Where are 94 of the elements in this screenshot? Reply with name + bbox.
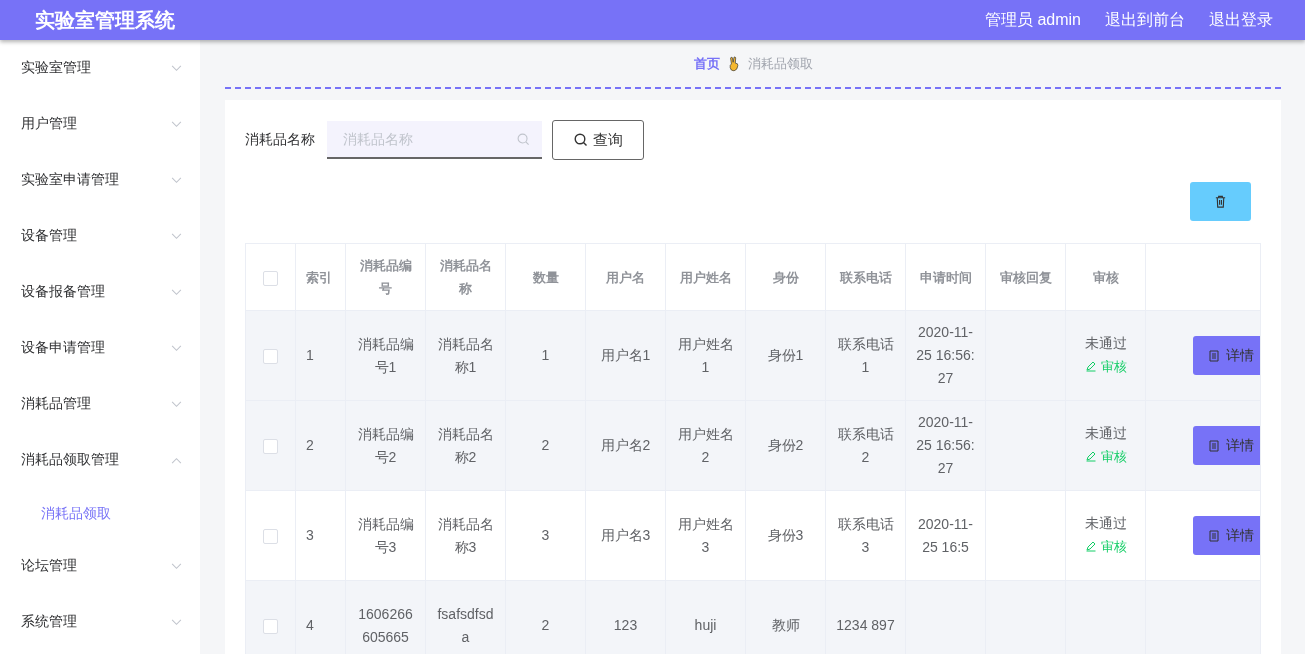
chevron-icon	[171, 176, 182, 184]
status-text: 未通过	[1083, 423, 1128, 443]
menu-item[interactable]: 实验室管理	[0, 40, 200, 96]
table-cell: 消耗品名称3	[437, 515, 494, 555]
table-cell: huji	[694, 617, 717, 633]
menu-item[interactable]: 消耗品领取管理	[0, 432, 200, 488]
column-header: 索引	[306, 269, 332, 285]
header-link[interactable]: 退出到前台	[1105, 9, 1185, 31]
chevron-icon	[171, 120, 182, 128]
table-cell: 4	[306, 617, 314, 633]
menu-item[interactable]: 论坛管理	[0, 538, 200, 594]
table-cell: 3	[541, 527, 550, 543]
chevron-icon	[171, 400, 182, 408]
table-cell: 教师	[771, 617, 800, 633]
table-cell: 3	[306, 527, 314, 543]
table-cell: 用户名2	[600, 437, 651, 453]
column-header: 数量	[532, 269, 559, 285]
pencil-icon	[1084, 360, 1097, 373]
menu-item[interactable]: 用户管理	[0, 96, 200, 152]
user-label: 管理员 admin	[984, 9, 1081, 30]
table-cell: 用户名3	[600, 527, 651, 543]
row-checkbox[interactable]	[263, 348, 278, 364]
table-cell: 2	[541, 437, 550, 453]
search-button[interactable]: 查询	[552, 120, 644, 160]
table-cell: 用户姓名3	[677, 515, 734, 555]
table-cell: 联系电话1	[837, 335, 894, 375]
menu-item[interactable]: 设备申请管理	[0, 320, 200, 376]
pencil-icon	[1084, 450, 1097, 463]
table-cell: 1234 897	[836, 617, 895, 633]
table-cell: 1	[306, 347, 314, 363]
column-header: 联系电话	[839, 269, 892, 285]
document-icon	[1208, 349, 1220, 362]
table-cell: 联系电话3	[837, 515, 894, 555]
table-cell: 2020-11-25 16:5	[918, 515, 973, 555]
document-icon	[1208, 529, 1220, 542]
trash-icon	[1214, 195, 1227, 208]
table-cell: 用户姓名2	[677, 425, 734, 465]
chevron-icon	[171, 288, 182, 296]
field-label: 消耗品名称	[245, 131, 315, 149]
app-title: 实验室管理系统	[35, 7, 175, 33]
chevron-icon	[171, 456, 182, 464]
table-cell: 消耗品编号2	[357, 425, 414, 465]
table-cell: 2	[541, 617, 550, 633]
column-header: 用户名	[606, 269, 645, 285]
chevron-icon	[171, 562, 182, 570]
table-cell: 消耗品名称2	[437, 425, 494, 465]
chevron-icon	[171, 344, 182, 352]
menu-item[interactable]: 消耗品管理	[0, 376, 200, 432]
row-checkbox[interactable]	[263, 438, 278, 454]
table-cell: 1	[541, 347, 550, 363]
table-cell: 2	[306, 437, 314, 453]
search-icon	[573, 133, 588, 147]
table-cell: 身份1	[767, 347, 804, 363]
column-header: 消耗品名称	[439, 258, 492, 296]
column-header: 身份	[772, 269, 799, 285]
table-cell: 消耗品编号1	[357, 335, 414, 375]
menu-item[interactable]: 设备管理	[0, 208, 200, 264]
hand-icon	[727, 55, 740, 72]
table-cell: fsafsdfsda	[437, 605, 494, 645]
table-cell: 身份3	[767, 527, 804, 543]
pencil-icon	[1084, 540, 1097, 553]
column-header: 审核	[1092, 269, 1119, 285]
chevron-icon	[171, 64, 182, 72]
row-checkbox[interactable]	[263, 618, 278, 634]
status-text: 未通过	[1083, 513, 1128, 533]
table-cell: 2020-11-25 16:56:27	[916, 324, 975, 386]
menu-item[interactable]: 设备报备管理	[0, 264, 200, 320]
breadcrumb-link[interactable]: 首页	[693, 54, 720, 73]
column-header: 审核回复	[999, 269, 1052, 285]
row-checkbox[interactable]	[263, 528, 278, 544]
table-cell: 123	[613, 617, 638, 633]
table-cell: 2020-11-25 16:56:27	[916, 414, 975, 476]
chevron-icon	[171, 232, 182, 240]
table-cell: 用户名1	[600, 347, 651, 363]
menu-item[interactable]: 系统管理	[0, 594, 200, 650]
table-cell: 消耗品名称1	[437, 335, 494, 375]
search-icon	[517, 132, 530, 146]
header-link[interactable]: 退出登录	[1209, 9, 1273, 31]
table-cell: 用户姓名1	[677, 335, 734, 375]
status-text: 未通过	[1083, 333, 1128, 353]
submenu-item[interactable]: 消耗品领取	[0, 488, 200, 538]
document-icon	[1208, 439, 1220, 452]
table-cell: 联系电话2	[837, 425, 894, 465]
column-header: 用户姓名	[679, 269, 732, 285]
breadcrumb-current: 消耗品领取	[747, 54, 813, 73]
column-header: 申请时间	[919, 269, 972, 285]
select-all-checkbox[interactable]	[263, 270, 278, 286]
chevron-icon	[171, 618, 182, 626]
table-cell: 1606266605665	[358, 605, 413, 645]
menu-item[interactable]: 实验室申请管理	[0, 152, 200, 208]
column-header: 消耗品编号	[359, 258, 412, 296]
table-cell: 身份2	[767, 437, 804, 453]
table-cell: 消耗品编号3	[357, 515, 414, 555]
delete-button[interactable]	[1190, 182, 1251, 221]
